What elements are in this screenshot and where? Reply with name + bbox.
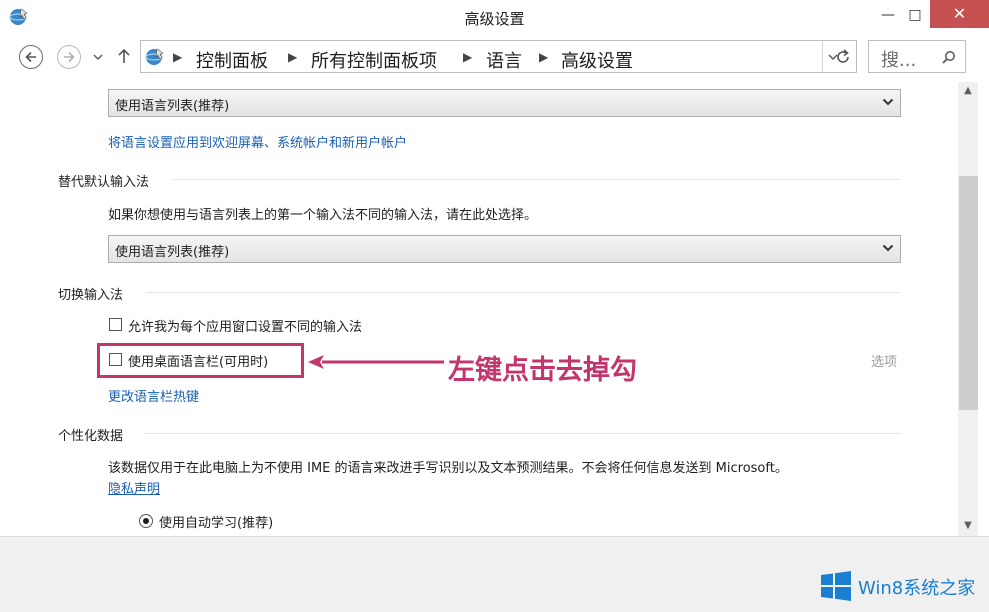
personalization-description: 该数据仅用于在此电脑上为不使用 IME 的语言来改进手写识别以及文本预测结果。不…	[108, 461, 788, 476]
options-link[interactable]: 选项	[871, 351, 897, 370]
address-bar[interactable]: ▶ 控制面板 ▶ 所有控制面板项 ▶ 语言 ▶ 高级设置	[140, 40, 857, 73]
close-button[interactable]: ✕	[930, 0, 989, 28]
up-arrow-icon[interactable]	[116, 47, 132, 65]
desktop-language-bar-checkbox[interactable]	[109, 353, 122, 366]
change-hotkeys-link[interactable]: 更改语言栏热键	[108, 386, 199, 405]
dropdown-value: 使用语言列表(推荐)	[115, 245, 230, 260]
auto-learn-radio[interactable]	[139, 514, 153, 528]
windows-logo-icon	[821, 571, 851, 601]
back-button[interactable]	[19, 45, 43, 69]
section-divider	[146, 292, 901, 293]
chevron-down-icon[interactable]	[93, 53, 103, 61]
breadcrumb-separator[interactable]: ▶	[463, 50, 472, 64]
control-panel-icon	[145, 48, 164, 65]
override-input-dropdown[interactable]: 使用语言列表(推荐)	[108, 235, 901, 263]
breadcrumb-language[interactable]: 语言	[486, 47, 522, 73]
personalization-title: 个性化数据	[58, 429, 124, 444]
annotation-text: 左键点击去掉勾	[448, 355, 637, 386]
privacy-statement-link[interactable]: 隐私声明	[108, 478, 160, 497]
annotation-arrow-icon	[308, 355, 444, 369]
search-icon[interactable]	[941, 49, 957, 65]
forward-arrow-icon	[64, 51, 75, 63]
scroll-up-icon[interactable]: ▲	[958, 82, 978, 100]
dropdown-value: 使用语言列表(推荐)	[115, 99, 230, 114]
settings-content: 使用语言列表(推荐) 将语言设置应用到欢迎屏幕、系统帐户和新用户帐户 替代默认输…	[0, 82, 958, 536]
search-box[interactable]: 搜...	[868, 40, 966, 73]
watermark-text: Win8系统之家	[858, 578, 976, 599]
switch-input-title: 切换输入法	[58, 288, 124, 303]
breadcrumb-advanced-settings[interactable]: 高级设置	[561, 47, 633, 73]
maximize-button[interactable]: □	[898, 2, 932, 28]
override-input-description: 如果你想使用与语言列表上的第一个输入法不同的输入法，请在此处选择。	[108, 208, 538, 223]
chevron-down-icon	[882, 98, 894, 106]
display-language-dropdown[interactable]: 使用语言列表(推荐)	[108, 89, 901, 117]
refresh-icon[interactable]	[834, 48, 852, 66]
desktop-language-bar-label[interactable]: 使用桌面语言栏(可用时)	[128, 351, 268, 370]
breadcrumb-all-items[interactable]: 所有控制面板项	[311, 47, 437, 73]
per-app-input-label[interactable]: 允许我为每个应用窗口设置不同的输入法	[128, 316, 362, 335]
breadcrumb-control-panel[interactable]: 控制面板	[196, 47, 268, 73]
radio-selected-dot	[143, 518, 149, 524]
section-divider	[172, 179, 901, 180]
breadcrumb-separator[interactable]: ▶	[173, 50, 182, 64]
auto-learn-label[interactable]: 使用自动学习(推荐)	[159, 512, 273, 531]
back-arrow-icon	[25, 51, 36, 63]
breadcrumb-separator[interactable]: ▶	[288, 50, 297, 64]
chevron-down-icon	[882, 244, 894, 252]
section-divider	[144, 433, 901, 434]
address-divider	[822, 41, 823, 72]
breadcrumb-separator[interactable]: ▶	[539, 50, 548, 64]
forward-button[interactable]	[57, 45, 81, 69]
window-title: 高级设置	[464, 10, 525, 28]
scrollbar-thumb[interactable]	[959, 176, 978, 410]
search-placeholder[interactable]: 搜...	[881, 46, 916, 72]
apply-settings-link[interactable]: 将语言设置应用到欢迎屏幕、系统帐户和新用户帐户	[108, 132, 407, 151]
per-app-input-checkbox[interactable]	[109, 318, 122, 331]
override-input-title: 替代默认输入法	[58, 175, 150, 190]
scroll-down-icon[interactable]: ▼	[958, 517, 978, 535]
